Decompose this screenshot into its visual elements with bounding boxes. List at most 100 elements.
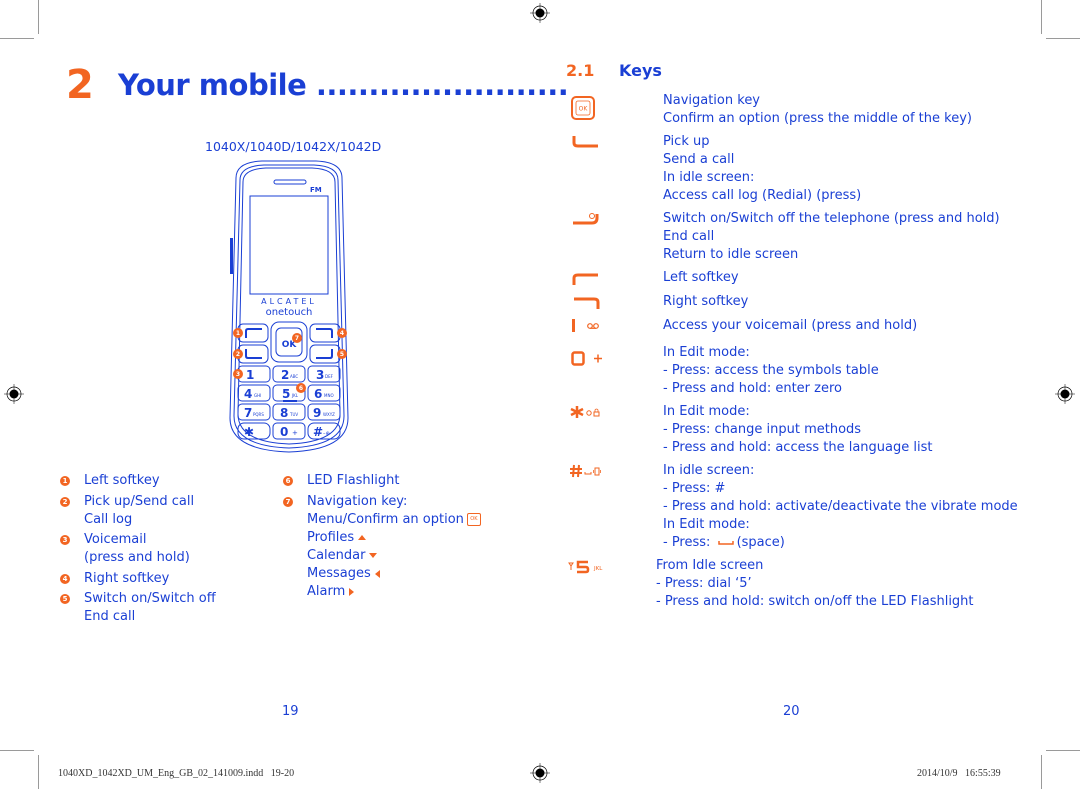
key-text: In Edit mode: [663,517,750,532]
key-text: In Edit mode: [663,404,750,419]
registration-mark-icon [1055,384,1075,404]
crop-mark [38,0,39,34]
legend-text: End call [84,609,136,624]
crop-mark [1046,38,1080,39]
key-text: End call [663,229,715,244]
key-text: - Press: dial ‘5’ [656,576,752,591]
model-numbers: 1040X/1040D/1042X/1042D [205,139,382,154]
key-description-power-end: Switch on/Switch off the telephone (pres… [663,210,1000,264]
five-key-icon: JKL [568,560,603,574]
star-key-icon [570,406,600,418]
legend-text: Navigation key: [307,494,408,509]
ok-key-icon: OK [466,513,481,526]
bullet-6: 6 [283,476,293,486]
key-0-letters: + [292,429,298,437]
legend-item-3: 3 Voicemail (press and hold) [60,531,190,567]
key-5: 5 [282,387,290,401]
registration-mark-icon [530,763,550,783]
key-description-pick-up: Pick up Send a call In idle screen: Acce… [663,133,861,205]
legend-text: Voicemail [84,532,147,547]
crop-mark [38,755,39,789]
key-2-letters: ABC [290,374,298,379]
crop-mark [0,750,34,751]
key-text: - Press: change input methods [663,422,862,437]
key-3: 3 [316,368,324,382]
key-text: From Idle screen [656,558,764,573]
legend-item-5: 5 Switch on/Switch off End call [60,590,216,626]
registration-mark-icon [530,3,550,23]
chapter-title: Your mobile ........................ [118,68,569,102]
legend-text: Calendar [307,548,366,563]
arrow-left-icon [374,569,380,578]
callout-6: 6 [299,385,303,392]
key-text: - Press and hold: switch on/off the LED … [656,594,974,609]
key-4-letters: GHI [254,393,261,398]
callout-2: 2 [236,351,240,358]
page-number-left: 19 [282,704,299,719]
key-text: Send a call [663,152,735,167]
legend-text: Left softkey [84,473,160,488]
arrow-right-icon [349,587,355,596]
key-text: Switch on/Switch off the telephone (pres… [663,211,1000,226]
print-timestamp: 2014/10/9 16:55:39 [917,768,1001,779]
key-0: 0 [280,425,288,439]
key-8: 8 [280,406,288,420]
bullet-3: 3 [60,535,70,545]
callout-1: 1 [236,330,240,337]
key-4: 4 [244,387,252,401]
brand-alcatel: ALCATEL [261,297,317,306]
navigation-ok-key-icon: OK [571,96,595,120]
key-text: - Press: [663,535,711,550]
crop-mark [1046,750,1080,751]
key-9: 9 [313,406,321,420]
key-description-left-softkey: Left softkey [663,269,739,287]
callout-3: 3 [236,371,240,378]
callout-7: 7 [295,335,299,342]
crop-mark [1041,0,1042,34]
key-9-letters: WXYZ [323,412,335,417]
key-text: Access your voicemail (press and hold) [663,318,918,333]
legend-text: (press and hold) [84,550,190,565]
right-softkey-icon [574,297,600,309]
key-text: In idle screen: [663,170,755,185]
power-end-key-icon [573,213,599,225]
crop-mark [0,38,34,39]
key-text: - Press: access the symbols table [663,363,879,378]
section-number: 2.1 [566,61,595,80]
legend-item-2: 2 Pick up/Send call Call log [60,493,194,529]
key-text: Right softkey [663,294,749,309]
callout-5: 5 [340,351,344,358]
key-text: (space) [736,535,785,550]
key-description-navigation: Navigation key Confirm an option (press … [663,92,972,128]
key-hash-letters: –⊕ [323,431,330,437]
key-hash: # [313,425,323,439]
key-text: Pick up [663,134,710,149]
brand-onetouch: onetouch [266,307,313,318]
fm-label: FM [310,186,322,194]
hash-key-icon [570,464,601,478]
arrow-up-icon [358,535,367,540]
key-description-star: In Edit mode: - Press: change input meth… [663,403,932,457]
key-7: 7 [244,406,252,420]
key-6: 6 [314,387,322,401]
key-star: ✱ [244,425,254,439]
key-text: - Press and hold: access the language li… [663,440,933,455]
svg-text:OK: OK [579,106,589,113]
callout-4: 4 [340,330,344,337]
legend-text: Messages [307,566,371,581]
key-5-letters: JKL [291,393,299,398]
left-softkey-icon [572,273,598,285]
legend-text: LED Flashlight [307,473,400,488]
crop-mark [1041,755,1042,789]
key-description-right-softkey: Right softkey [663,293,748,311]
phone-illustration: FM ALCATEL onetouch OK 1 2 ABC 3 DEF 4 G… [229,160,349,453]
legend-item-4: 4 Right softkey [60,570,169,588]
bullet-5: 5 [60,594,70,604]
legend-text: Menu/Confirm an option [307,512,464,527]
key-1: 1 [246,368,254,382]
five-key-letters: JKL [593,566,603,572]
key-text: - Press: # [663,481,726,496]
key-text: Left softkey [663,270,739,285]
key-8-letters: TUV [289,412,298,417]
bullet-2: 2 [60,497,70,507]
